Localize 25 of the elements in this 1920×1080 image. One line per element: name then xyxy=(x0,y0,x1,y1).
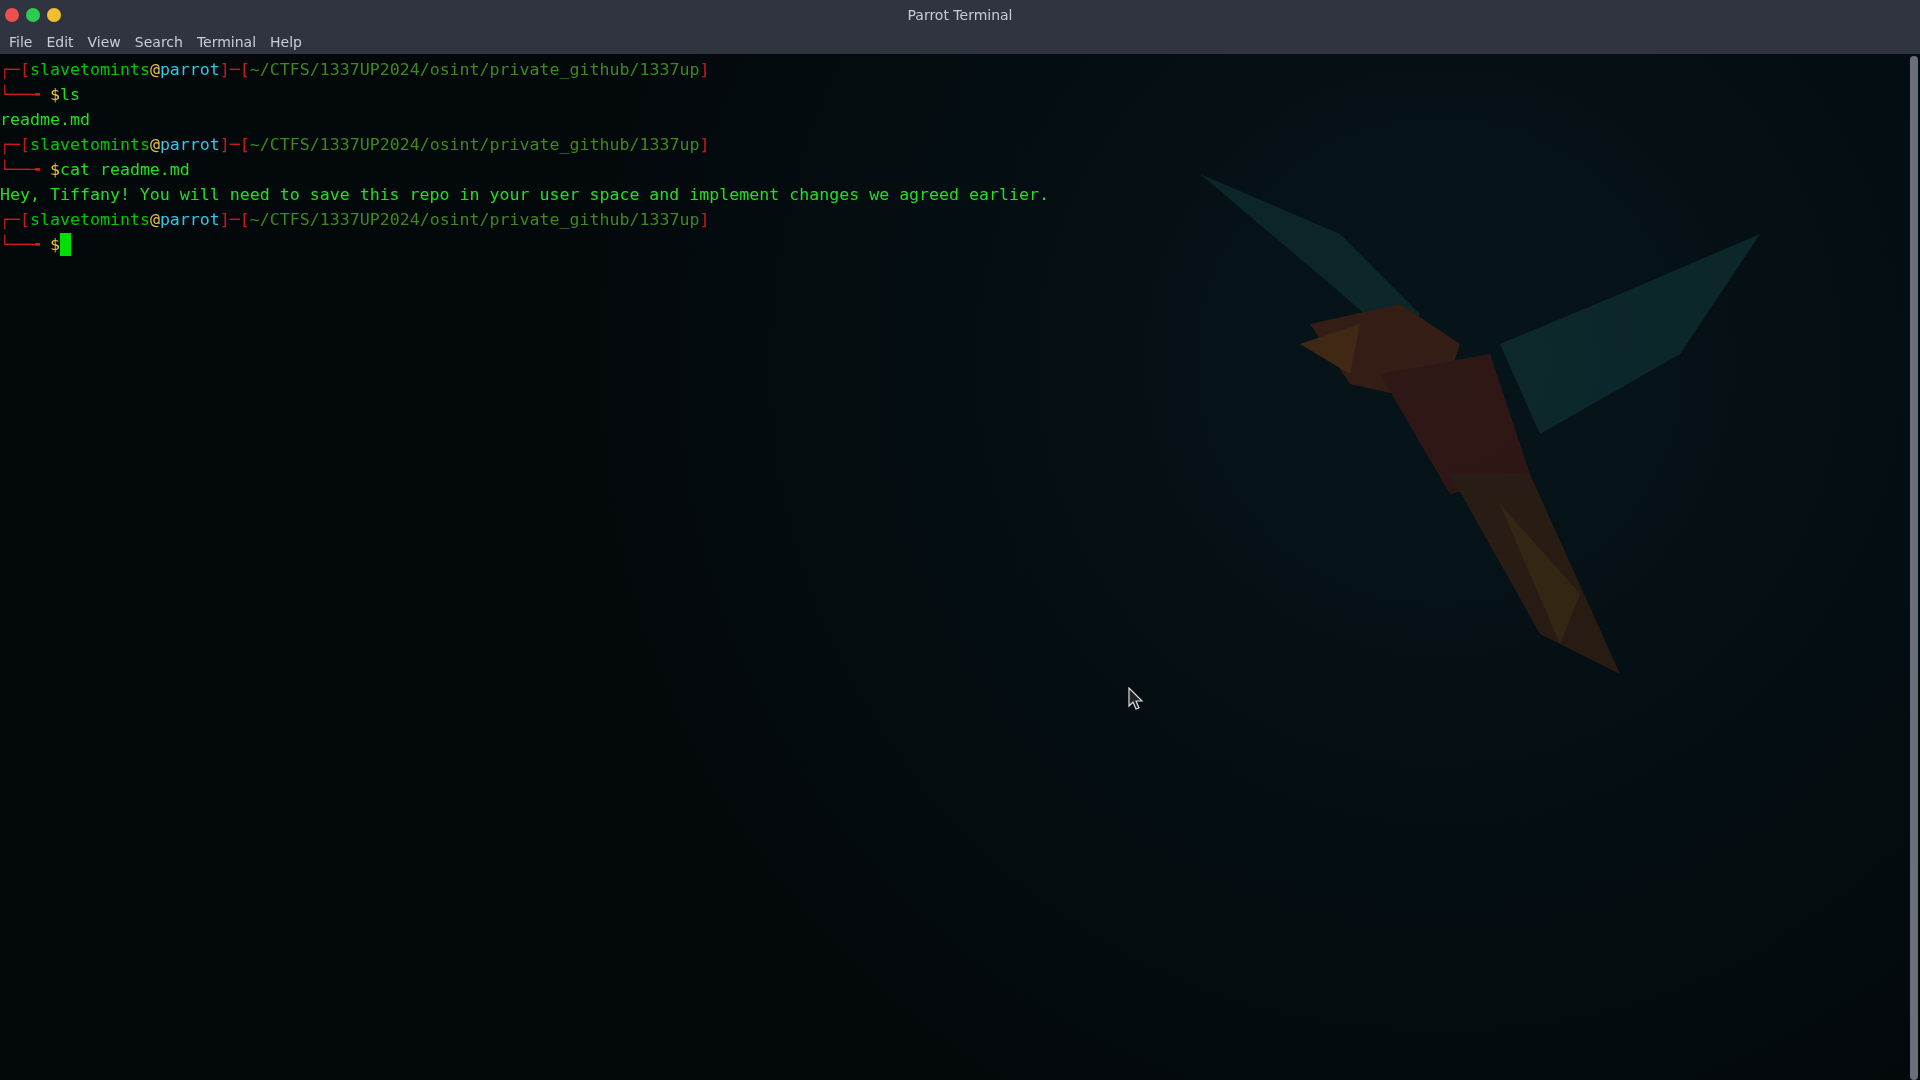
menu-item[interactable]: File xyxy=(2,31,40,53)
menu-item[interactable]: View xyxy=(80,31,128,53)
menu-item[interactable]: Edit xyxy=(39,31,81,53)
prompt-line: ┌─[slavetomints@parrot]─[~/CTFS/1337UP2024/osint/private_github/1337up] xyxy=(0,134,711,157)
output-text: readme.md xyxy=(0,109,90,131)
window-control-button[interactable] xyxy=(5,8,19,22)
scrollbar[interactable] xyxy=(1910,56,1918,1080)
prompt-corner: └──╼ xyxy=(0,83,41,106)
menu-item[interactable]: Help xyxy=(263,31,309,53)
prompt-sigil: $ xyxy=(49,234,60,256)
prompt-sigil: $ xyxy=(49,84,60,106)
prompt-line: ┌─[slavetomints@parrot]─[~/CTFS/1337UP2024/osint/private_github/1337up] xyxy=(0,209,711,232)
command-text: ls xyxy=(59,84,80,106)
menu-item[interactable]: Terminal xyxy=(189,31,264,53)
menu-item[interactable]: Search xyxy=(127,31,190,53)
prompt-sigil: $ xyxy=(49,159,60,181)
command-text: cat readme.md xyxy=(59,159,190,181)
prompt-corner: └──╼ xyxy=(0,233,41,256)
output-text: Hey, Tiffany! You will need to save this repo in your user space and implement changes we agreed earlier. xyxy=(0,184,1049,206)
window-title: Parrot Terminal xyxy=(907,7,1013,23)
mouse-pointer-icon xyxy=(1128,687,1144,711)
window-control-button[interactable] xyxy=(47,8,61,22)
window-control-button[interactable] xyxy=(26,8,40,22)
prompt-corner: └──╼ xyxy=(0,158,41,181)
prompt-line: ┌─[slavetomints@parrot]─[~/CTFS/1337UP2024/osint/private_github/1337up] xyxy=(0,59,711,82)
